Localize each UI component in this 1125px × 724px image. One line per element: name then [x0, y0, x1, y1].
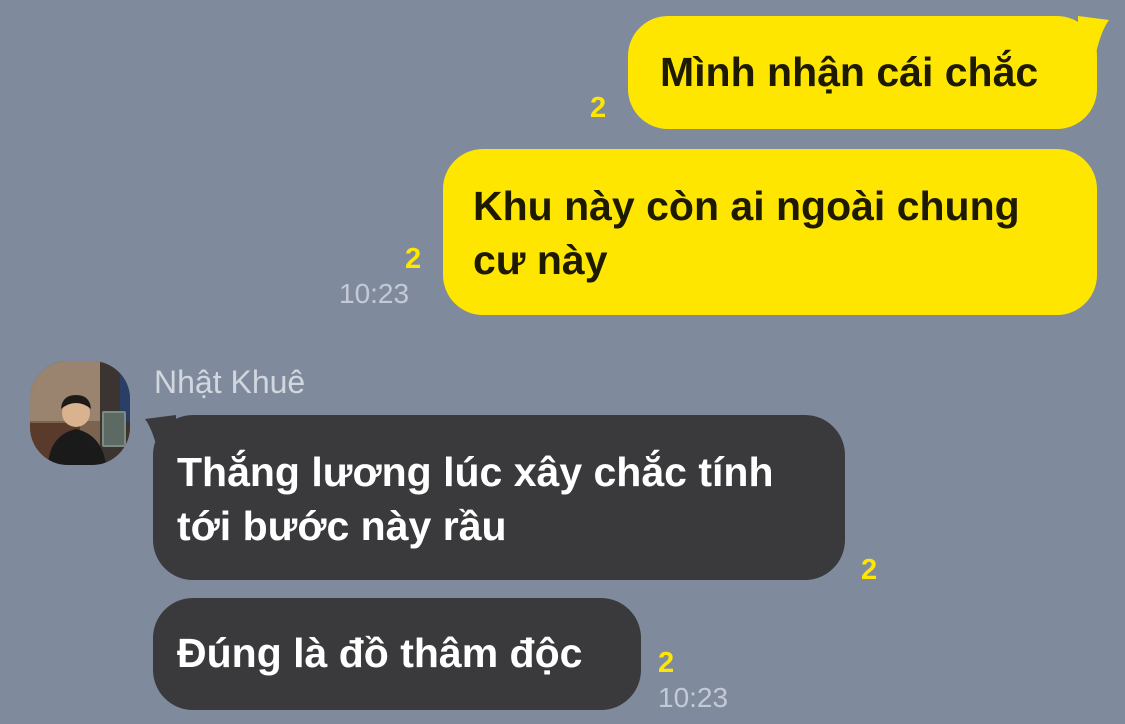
message-timestamp: 10:23 — [339, 278, 410, 309]
received-message-bubble[interactable]: Thắng lương lúc xây chắc tính tới bước n… — [153, 415, 845, 580]
message-text: Đúng là đồ thâm độc — [177, 630, 583, 676]
received-message-bubble[interactable]: Đúng là đồ thâm độc — [153, 598, 641, 710]
sender-avatar[interactable] — [30, 361, 130, 465]
message-timestamp: 10:23 — [658, 682, 729, 713]
read-count: 2 — [590, 92, 607, 124]
avatar-photo — [30, 361, 130, 465]
sent-message-bubble[interactable]: Khu này còn ai ngoài chung cư này — [443, 149, 1097, 315]
read-count: 2 — [861, 554, 878, 586]
sender-name: Nhật Khuê — [154, 364, 306, 400]
message-text: Khu này còn ai ngoài chung cư này — [473, 183, 1020, 283]
message-text: Mình nhận cái chắc — [660, 49, 1039, 95]
read-count: 2 — [658, 647, 675, 679]
read-count: 2 — [405, 243, 422, 275]
message-text: Thắng lương lúc xây chắc tính tới bước n… — [177, 449, 774, 549]
bubble-tail — [1078, 16, 1109, 62]
sent-message-bubble[interactable]: Mình nhận cái chắc — [628, 16, 1097, 129]
